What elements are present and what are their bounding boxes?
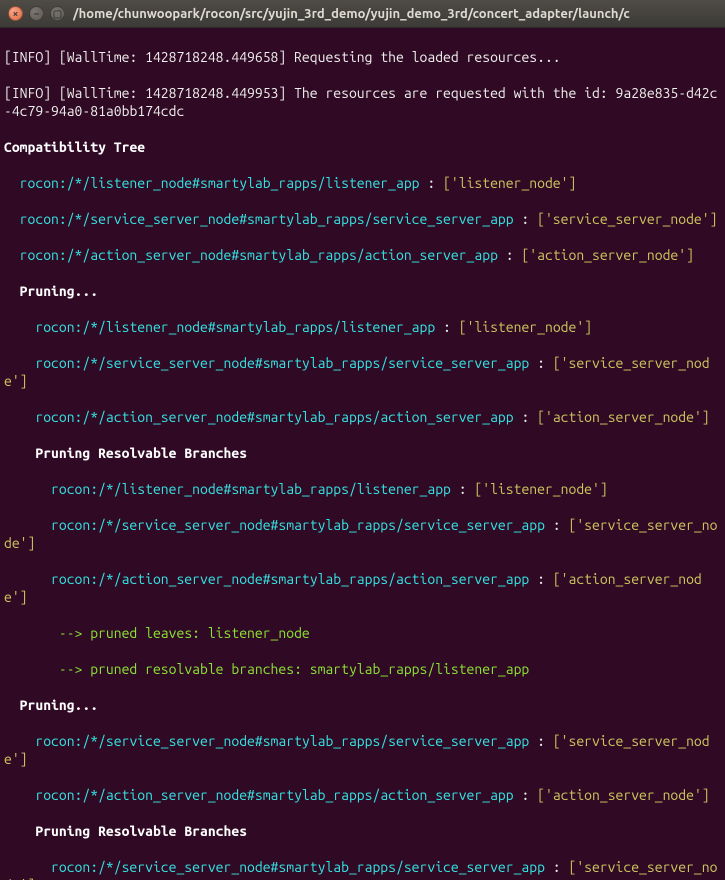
tree-item: rocon:/*/service_server_node#smartylab_r… <box>4 858 721 880</box>
section-heading: Pruning Resolvable Branches <box>4 822 721 840</box>
maximize-icon[interactable]: ▢ <box>50 6 65 21</box>
section-heading: Compatibility Tree <box>4 138 721 156</box>
resource-value: ['action_server_node'] <box>537 787 709 803</box>
window-controls: × – ▢ <box>8 6 65 21</box>
resource-uri: rocon:/*/service_server_node#smartylab_r… <box>51 517 545 533</box>
resource-uri: rocon:/*/action_server_node#smartylab_ra… <box>35 787 513 803</box>
resource-uri: rocon:/*/action_server_node#smartylab_ra… <box>35 409 513 425</box>
section-heading: Pruning... <box>4 282 721 300</box>
tree-item: rocon:/*/service_server_node#smartylab_r… <box>4 210 721 228</box>
pruned-note: --> pruned resolvable branches: smartyla… <box>4 660 721 678</box>
resource-value: ['listener_node'] <box>459 319 592 335</box>
minimize-icon[interactable]: – <box>29 6 44 21</box>
resource-value: ['service_server_node'] <box>537 211 717 227</box>
resource-value: ['action_server_node'] <box>537 409 709 425</box>
pruned-note: --> pruned leaves: listener_node <box>4 624 721 642</box>
close-icon[interactable]: × <box>8 6 23 21</box>
tree-item: rocon:/*/service_server_node#smartylab_r… <box>4 732 721 768</box>
resource-uri: rocon:/*/listener_node#smartylab_rapps/l… <box>20 175 420 191</box>
resource-uri: rocon:/*/service_server_node#smartylab_r… <box>35 355 529 371</box>
window-titlebar: × – ▢ /home/chunwoopark/rocon/src/yujin_… <box>0 0 725 28</box>
resource-uri: rocon:/*/listener_node#smartylab_rapps/l… <box>51 481 451 497</box>
resource-uri: rocon:/*/listener_node#smartylab_rapps/l… <box>35 319 435 335</box>
log-line: [INFO] [WallTime: 1428718248.449658] Req… <box>4 48 721 66</box>
tree-item: rocon:/*/action_server_node#smartylab_ra… <box>4 570 721 606</box>
resource-uri: rocon:/*/service_server_node#smartylab_r… <box>51 859 545 875</box>
resource-uri: rocon:/*/service_server_node#smartylab_r… <box>35 733 529 749</box>
tree-item: rocon:/*/service_server_node#smartylab_r… <box>4 354 721 390</box>
tree-item: rocon:/*/action_server_node#smartylab_ra… <box>4 246 721 264</box>
section-heading: Pruning... <box>4 696 721 714</box>
log-line: [INFO] [WallTime: 1428718248.449953] The… <box>4 84 721 120</box>
tree-item: rocon:/*/listener_node#smartylab_rapps/l… <box>4 480 721 498</box>
window-title: /home/chunwoopark/rocon/src/yujin_3rd_de… <box>73 7 717 21</box>
tree-item: rocon:/*/service_server_node#smartylab_r… <box>4 516 721 552</box>
resource-value: ['action_server_node'] <box>521 247 693 263</box>
resource-value: ['listener_node'] <box>443 175 576 191</box>
resource-uri: rocon:/*/service_server_node#smartylab_r… <box>20 211 514 227</box>
tree-item: rocon:/*/action_server_node#smartylab_ra… <box>4 408 721 426</box>
tree-item: rocon:/*/listener_node#smartylab_rapps/l… <box>4 174 721 192</box>
tree-item: rocon:/*/listener_node#smartylab_rapps/l… <box>4 318 721 336</box>
tree-item: rocon:/*/action_server_node#smartylab_ra… <box>4 786 721 804</box>
terminal-output[interactable]: [INFO] [WallTime: 1428718248.449658] Req… <box>0 28 725 880</box>
resource-uri: rocon:/*/action_server_node#smartylab_ra… <box>51 571 529 587</box>
resource-value: ['listener_node'] <box>474 481 607 497</box>
section-heading: Pruning Resolvable Branches <box>4 444 721 462</box>
resource-uri: rocon:/*/action_server_node#smartylab_ra… <box>20 247 498 263</box>
